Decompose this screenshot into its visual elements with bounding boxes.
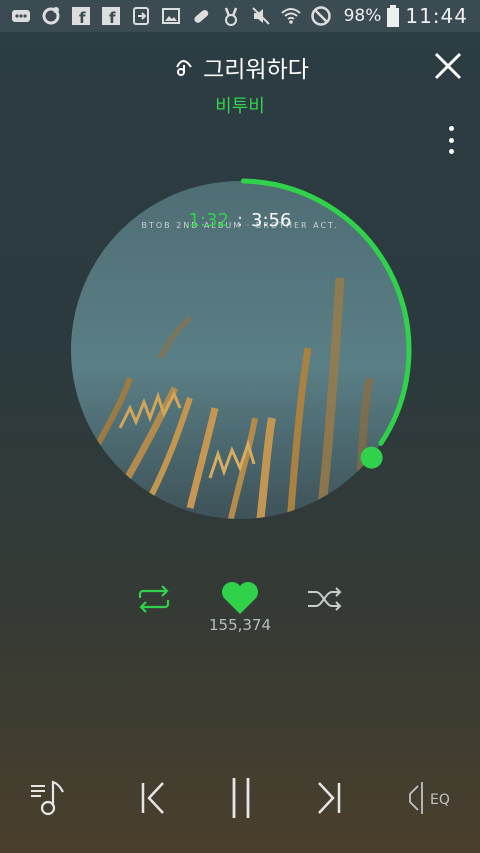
more-options-icon[interactable]	[446, 126, 456, 154]
playlist-icon	[31, 780, 64, 816]
like-count: 155,374	[208, 616, 272, 634]
victory-hand-icon	[220, 5, 242, 27]
music-note-icon	[176, 60, 192, 76]
svg-text:f: f	[109, 9, 116, 25]
next-button[interactable]	[304, 773, 354, 823]
facebook-icon: f	[70, 5, 92, 27]
artist-name[interactable]: 비투비	[0, 92, 480, 118]
clock: 11:44	[405, 4, 468, 28]
middle-controls	[0, 580, 480, 620]
equalizer-button[interactable]: EQ	[408, 773, 458, 823]
facebook-icon: f	[100, 5, 122, 27]
total-time: 3:56	[251, 210, 292, 231]
time-separator: :	[236, 210, 244, 231]
next-icon	[318, 782, 341, 814]
repeat-icon[interactable]	[136, 584, 172, 614]
svg-text:EQ: EQ	[430, 792, 450, 808]
player-controls: EQ	[0, 773, 480, 833]
do-not-disturb-icon	[310, 5, 332, 27]
pause-button[interactable]	[216, 773, 266, 823]
mute-icon	[250, 5, 272, 27]
pause-icon	[232, 778, 250, 818]
message-icon	[10, 5, 32, 27]
image-icon	[160, 5, 182, 27]
status-bar: f f 98% 11:44	[0, 0, 480, 32]
song-title: 그리워하다	[203, 57, 309, 83]
eq-speaker-icon: EQ	[409, 782, 450, 814]
heart-icon[interactable]	[220, 580, 260, 616]
pill-icon	[190, 5, 212, 27]
svg-text:f: f	[79, 9, 86, 25]
wifi-icon	[280, 5, 302, 27]
record-icon	[40, 5, 62, 27]
playlist-button[interactable]	[22, 773, 72, 823]
shuffle-icon[interactable]	[306, 584, 344, 614]
previous-button[interactable]	[128, 773, 178, 823]
previous-icon	[141, 782, 164, 814]
current-time: 1:32	[188, 210, 229, 231]
close-icon[interactable]	[432, 50, 464, 82]
song-title-row: 그리워하다	[0, 50, 480, 84]
battery-icon	[387, 5, 400, 27]
time-display: 1:32:3:56	[0, 210, 480, 231]
progress-knob[interactable]	[360, 446, 383, 469]
battery-percent: 98%	[343, 6, 382, 26]
cast-icon	[130, 5, 152, 27]
